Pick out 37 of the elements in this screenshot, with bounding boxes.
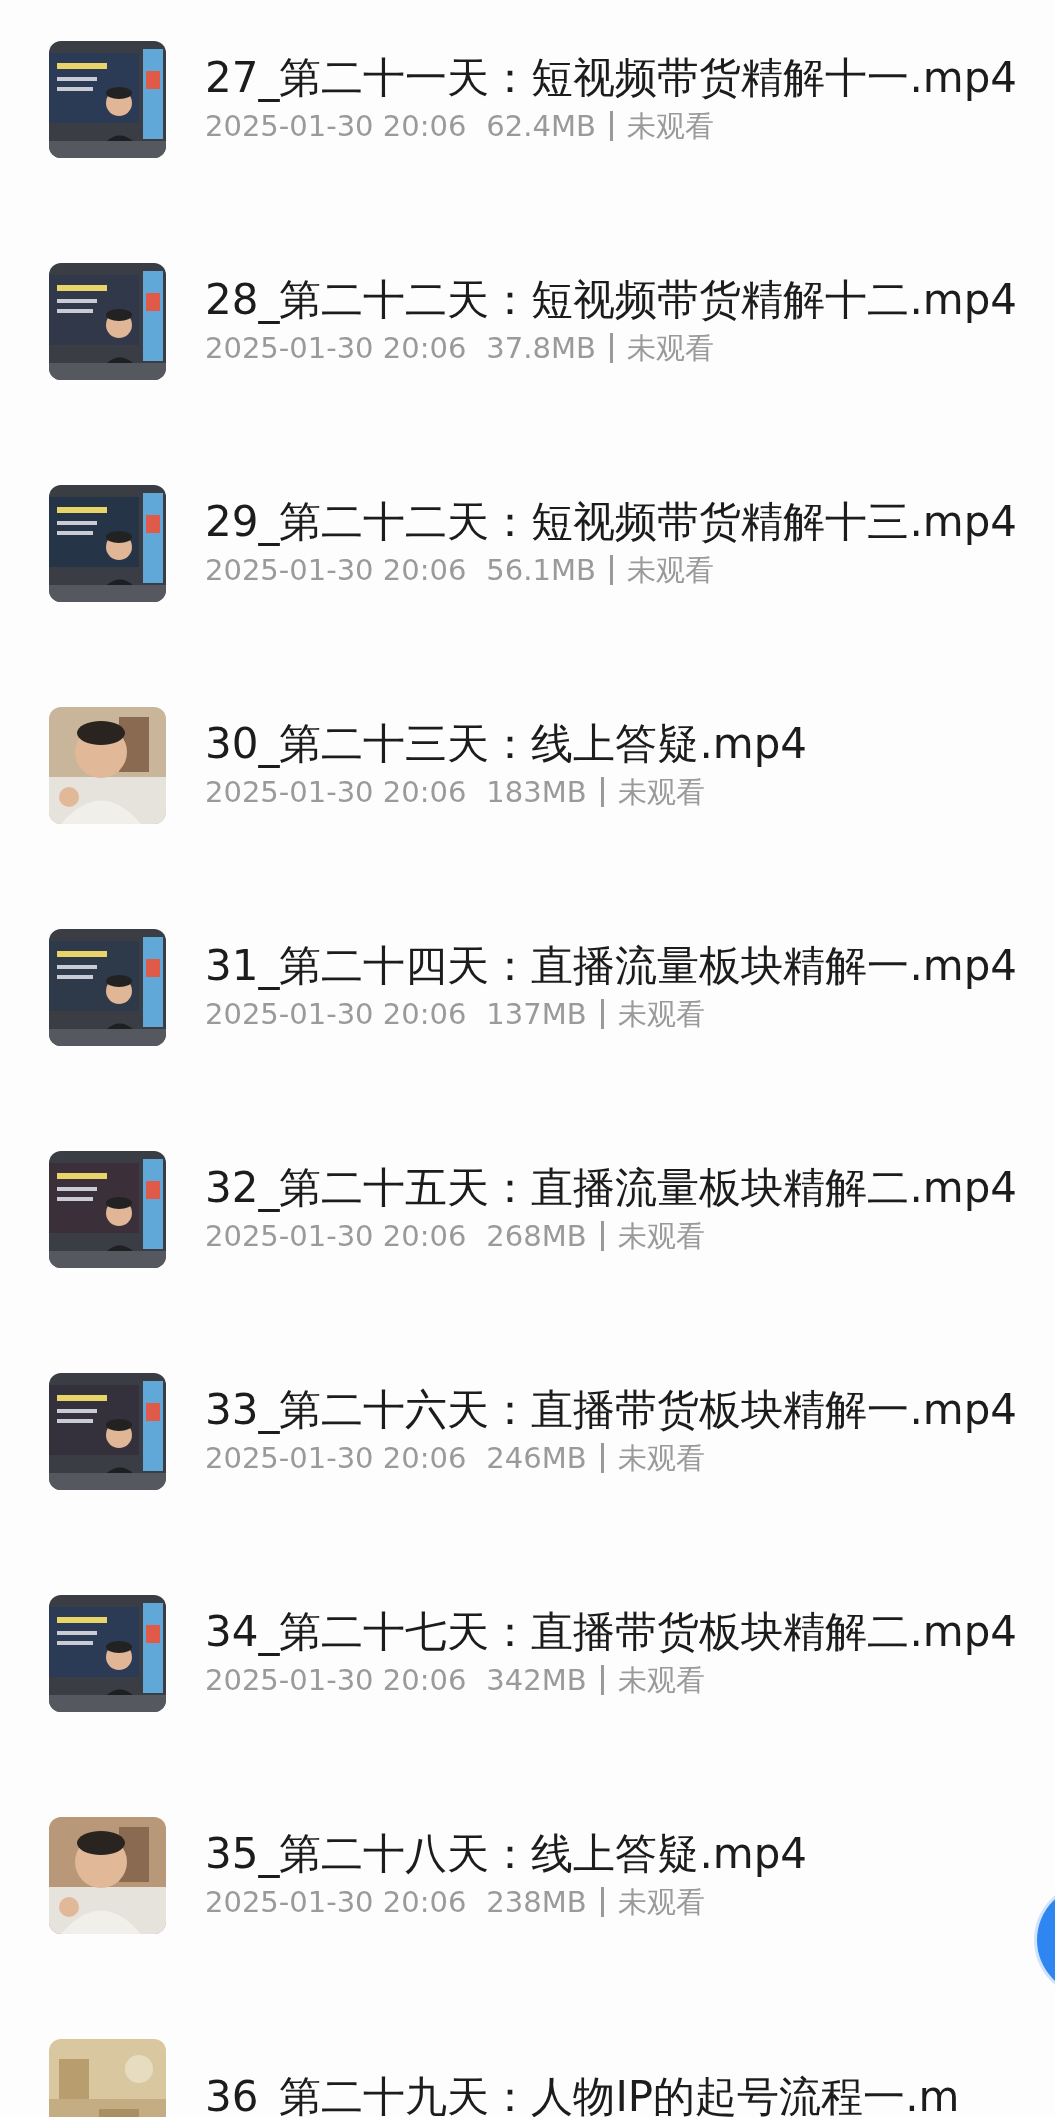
- file-date: 2025-01-30 20:06: [205, 1662, 467, 1699]
- file-size: 62.4MB: [486, 108, 596, 145]
- file-date: 2025-01-30 20:06: [205, 552, 467, 589]
- file-size: 137MB: [486, 996, 587, 1033]
- watch-status: 未观看: [617, 1218, 705, 1255]
- file-date: 2025-01-30 20:06: [205, 330, 467, 367]
- file-date: 2025-01-30 20:06: [205, 1884, 467, 1921]
- file-name: 29_第二十二天：短视频带货精解十三.mp4: [205, 496, 1019, 548]
- file-date: 2025-01-30 20:06: [205, 108, 467, 145]
- file-size: 183MB: [486, 774, 587, 811]
- file-name: 32_第二十五天：直播流量板块精解二.mp4: [205, 1162, 1019, 1214]
- watch-status: 未观看: [617, 1440, 705, 1477]
- watch-status: 未观看: [626, 330, 714, 367]
- file-date: 2025-01-30 20:06: [205, 1218, 467, 1255]
- file-name: 30_第二十三天：线上答疑.mp4: [205, 718, 809, 770]
- file-name: 35_第二十八天：线上答疑.mp4: [205, 1828, 809, 1880]
- file-name: 34_第二十七天：直播带货板块精解二.mp4: [205, 1606, 1019, 1658]
- watch-status: 未观看: [617, 1884, 705, 1921]
- watch-status: 未观看: [617, 996, 705, 1033]
- watch-status: 未观看: [617, 774, 705, 811]
- file-size: 37.8MB: [486, 330, 596, 367]
- file-size: 268MB: [486, 1218, 587, 1255]
- file-name: 36_第二十九天：人物IP的起号流程一.m: [205, 2071, 961, 2117]
- file-date: 2025-01-30 20:06: [205, 1440, 467, 1477]
- file-name: 31_第二十四天：直播流量板块精解一.mp4: [205, 940, 1019, 992]
- file-date: 2025-01-30 20:06: [205, 774, 467, 811]
- watch-status: 未观看: [626, 552, 714, 589]
- watch-status: 未观看: [617, 1662, 705, 1699]
- file-size: 246MB: [486, 1440, 587, 1477]
- file-size: 342MB: [486, 1662, 587, 1699]
- file-name: 33_第二十六天：直播带货板块精解一.mp4: [205, 1384, 1019, 1436]
- file-name: 28_第二十二天：短视频带货精解十二.mp4: [205, 274, 1019, 326]
- file-date: 2025-01-30 20:06: [205, 996, 467, 1033]
- file-size: 238MB: [486, 1884, 587, 1921]
- file-name: 27_第二十一天：短视频带货精解十一.mp4: [205, 52, 1019, 104]
- file-size: 56.1MB: [486, 552, 596, 589]
- watch-status: 未观看: [626, 108, 714, 145]
